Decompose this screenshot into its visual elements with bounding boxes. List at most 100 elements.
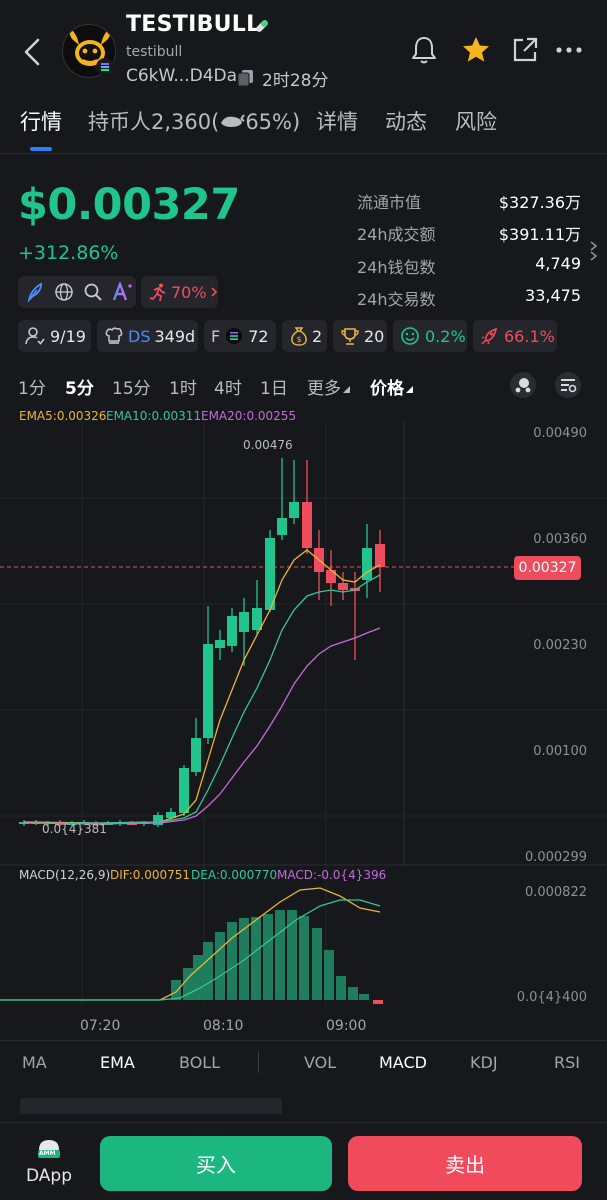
ind-boll[interactable]: BOLL — [179, 1053, 220, 1072]
tab-holders[interactable]: 持币人2,360(65%) — [88, 106, 300, 136]
macd-value-legend: MACD:-0.0{4}396 — [277, 868, 387, 882]
stat-label-wallets: 24h钱包数 — [357, 258, 436, 277]
rocket-chip[interactable]: 66.1% — [473, 320, 557, 352]
stat-label-trades: 24h交易数 — [357, 290, 436, 309]
search-icon[interactable] — [83, 282, 103, 302]
cut-off-panel — [20, 1098, 282, 1114]
chef-hat-icon — [105, 327, 123, 344]
trophy-count: 20 — [364, 326, 385, 346]
chart-settings-icon[interactable] — [554, 371, 582, 399]
holders-ratio: 9/19 — [50, 326, 86, 346]
time-axis-label: 09:00 — [326, 1018, 367, 1034]
tf-15m[interactable]: 15分 — [112, 374, 151, 399]
price-axis-label: 0.00490 — [533, 426, 587, 441]
macd-bar — [203, 942, 213, 1000]
macd-legend: MACD(12,26,9) — [19, 868, 111, 882]
sniper-chip[interactable]: 0.2% — [393, 320, 467, 352]
rocket-pct: 66.1% — [504, 326, 555, 346]
ind-ma[interactable]: MA — [22, 1053, 47, 1072]
macd-bar — [251, 917, 261, 1000]
tf-1d[interactable]: 1日 — [260, 374, 288, 399]
feather-icon[interactable] — [25, 282, 45, 302]
stat-value-trades: 33,475 — [525, 286, 581, 305]
solana-icon — [226, 328, 243, 344]
ind-kdj[interactable]: KDJ — [470, 1053, 498, 1072]
ind-rsi[interactable]: RSI — [554, 1053, 580, 1072]
globe-icon[interactable] — [54, 282, 74, 302]
indicator-divider — [0, 1040, 607, 1041]
price-chart[interactable] — [0, 420, 607, 1020]
tab-details[interactable]: 详情 — [316, 106, 358, 136]
whale-icon — [221, 114, 246, 127]
stat-value-wallets: 4,749 — [535, 254, 581, 273]
amm-icon[interactable]: AMM — [36, 1136, 62, 1162]
candle-body — [215, 640, 225, 648]
stat-label-volume: 24h成交额 — [357, 225, 436, 244]
ds-age: 349d — [154, 326, 196, 346]
back-icon[interactable] — [18, 36, 46, 68]
expand-stats-icon[interactable] — [588, 236, 600, 264]
price-change: +312.86% — [18, 242, 119, 264]
ai-icon[interactable] — [112, 282, 134, 302]
tab-activity[interactable]: 动态 — [385, 106, 427, 136]
dif-legend: DIF:0.000751 — [110, 868, 191, 882]
current-price: $0.00327 — [18, 180, 240, 230]
macd-bar — [227, 922, 237, 1000]
tab-risk[interactable]: 风险 — [455, 106, 497, 136]
tab-holders-label: 持币人2,360( — [88, 110, 220, 134]
dapp-label[interactable]: DApp — [26, 1166, 72, 1186]
money-bag-chip[interactable]: $ 2 — [282, 320, 327, 352]
tf-price-label: 价格 — [370, 379, 404, 399]
dexscreener-chip[interactable]: DS 349d — [97, 320, 198, 352]
solana-chain-icon — [96, 58, 114, 76]
candle-body — [375, 544, 385, 567]
drawing-tools-icon[interactable] — [509, 371, 537, 399]
copy-icon[interactable] — [236, 68, 256, 88]
svg-text:$: $ — [296, 335, 301, 344]
tf-4h[interactable]: 4时 — [214, 374, 242, 399]
tabs-divider — [0, 153, 607, 154]
holders-ratio-chip[interactable]: 9/19 — [18, 320, 91, 352]
candle-body — [252, 608, 262, 630]
trophy-icon — [341, 328, 359, 345]
ind-ema[interactable]: EMA — [100, 1053, 135, 1072]
indicator-separator — [258, 1051, 259, 1073]
more-icon[interactable] — [553, 34, 585, 66]
stat-label-mcap: 流通市值 — [357, 193, 422, 212]
candle-body — [179, 768, 189, 813]
runner-chip[interactable]: 70% — [141, 276, 218, 308]
star-icon[interactable] — [460, 34, 492, 66]
tf-more[interactable]: 更多 — [307, 374, 351, 399]
time-axis-label: 07:20 — [80, 1018, 121, 1034]
amm-label: AMM — [39, 1150, 56, 1157]
trophy-chip[interactable]: 20 — [333, 320, 387, 352]
buy-button[interactable]: 买入 — [100, 1136, 332, 1191]
contract-address[interactable]: C6kW...D4Da — [126, 66, 237, 86]
macd-bar-negative — [373, 1000, 383, 1004]
candle-body — [302, 502, 312, 548]
sell-button[interactable]: 卖出 — [348, 1136, 582, 1191]
sniper-pct: 0.2% — [425, 326, 466, 346]
fdv-score-chip[interactable]: F 72 — [204, 320, 276, 352]
tab-market[interactable]: 行情 — [20, 106, 62, 136]
price-axis-label: 0.00360 — [533, 532, 587, 547]
share-icon[interactable] — [509, 34, 541, 66]
candle-body — [239, 612, 249, 632]
candle-body — [227, 616, 237, 646]
tf-1h[interactable]: 1时 — [169, 374, 197, 399]
price-axis-label: 0.00230 — [533, 638, 587, 653]
chevron-right-icon — [210, 287, 217, 297]
bell-icon[interactable] — [408, 34, 440, 66]
tf-1m[interactable]: 1分 — [18, 374, 46, 399]
main-tabs: 行情 持币人2,360(65%) 详情 动态 风险 — [0, 106, 607, 152]
high-annotation: 0.00476 — [243, 438, 293, 452]
tf-price[interactable]: 价格 — [370, 374, 414, 399]
tf-5m[interactable]: 5分 — [65, 374, 94, 399]
macd-bar — [215, 932, 225, 1000]
ind-macd[interactable]: MACD — [379, 1053, 427, 1072]
token-symbol: testibull — [126, 44, 183, 60]
social-links-chip[interactable] — [18, 276, 136, 308]
ind-vol[interactable]: VOL — [304, 1053, 336, 1072]
token-name: TESTIBULL — [126, 12, 261, 37]
stat-value-mcap: $327.36万 — [498, 193, 581, 212]
